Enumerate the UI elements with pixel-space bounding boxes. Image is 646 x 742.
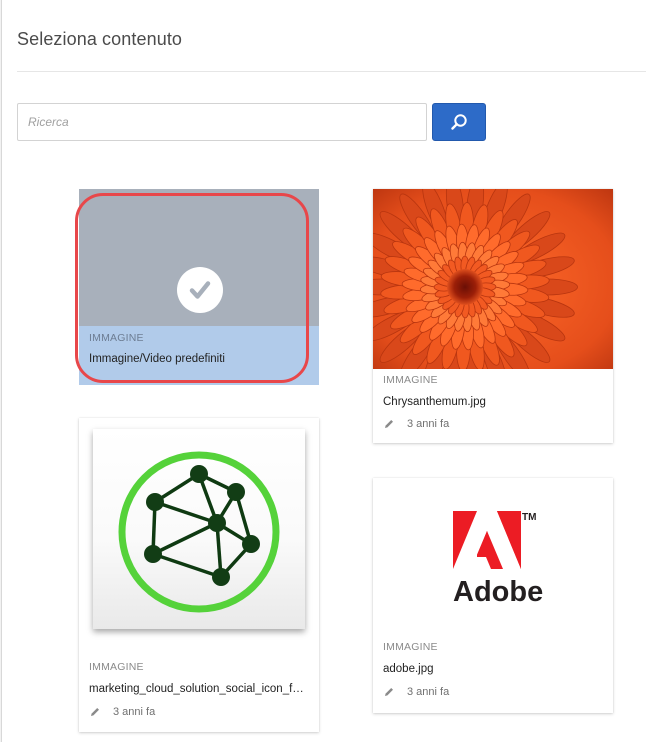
asset-type: IMMAGINE <box>89 332 144 344</box>
modified-time: 3 anni fa <box>407 418 450 430</box>
trademark-symbol: TM <box>522 512 536 523</box>
asset-card-default[interactable]: IMMAGINE Immagine/Video predefiniti <box>79 189 319 385</box>
asset-modified: 3 anni fa <box>383 418 449 430</box>
asset-name: Immagine/Video predefiniti <box>89 353 225 365</box>
marketing-cloud-thumbnail <box>79 418 319 658</box>
modified-time: 3 anni fa <box>407 686 450 698</box>
adobe-logo: Adobe TM <box>453 511 543 608</box>
dialog-title: Seleziona contenuto <box>17 29 183 49</box>
pencil-icon <box>385 688 393 696</box>
pencil-icon <box>91 708 99 716</box>
search-icon <box>451 114 467 130</box>
adobe-logo-text: Adobe <box>453 576 543 608</box>
asset-card-chrysanthemum[interactable]: IMMAGINE Chrysanthemum.jpg 3 anni fa <box>373 189 613 443</box>
adobe-thumbnail: Adobe TM <box>373 478 613 638</box>
title-divider <box>17 71 646 72</box>
pencil-icon <box>385 420 393 428</box>
checkmark-icon <box>177 267 223 313</box>
asset-type: IMMAGINE <box>383 641 438 653</box>
chrysanthemum-photo <box>373 189 613 369</box>
chrysanthemum-thumbnail <box>373 189 613 369</box>
asset-name: adobe.jpg <box>383 663 434 675</box>
asset-thumbnail <box>79 189 319 326</box>
asset-card-adobe[interactable]: Adobe TM IMMAGINE adobe.jpg 3 anni fa <box>373 478 613 713</box>
asset-modified: 3 anni fa <box>89 706 155 718</box>
asset-type: IMMAGINE <box>89 661 144 673</box>
asset-name: marketing_cloud_solution_social_icon_for… <box>89 683 309 695</box>
search-input[interactable] <box>17 103 427 141</box>
modified-time: 3 anni fa <box>113 706 156 718</box>
asset-card-marketing-cloud[interactable]: IMMAGINE marketing_cloud_solution_social… <box>79 418 319 732</box>
asset-type: IMMAGINE <box>383 374 438 386</box>
asset-modified: 3 anni fa <box>383 686 449 698</box>
network-graph-icon <box>93 429 305 629</box>
search-button[interactable] <box>432 103 486 141</box>
asset-name: Chrysanthemum.jpg <box>383 396 486 408</box>
